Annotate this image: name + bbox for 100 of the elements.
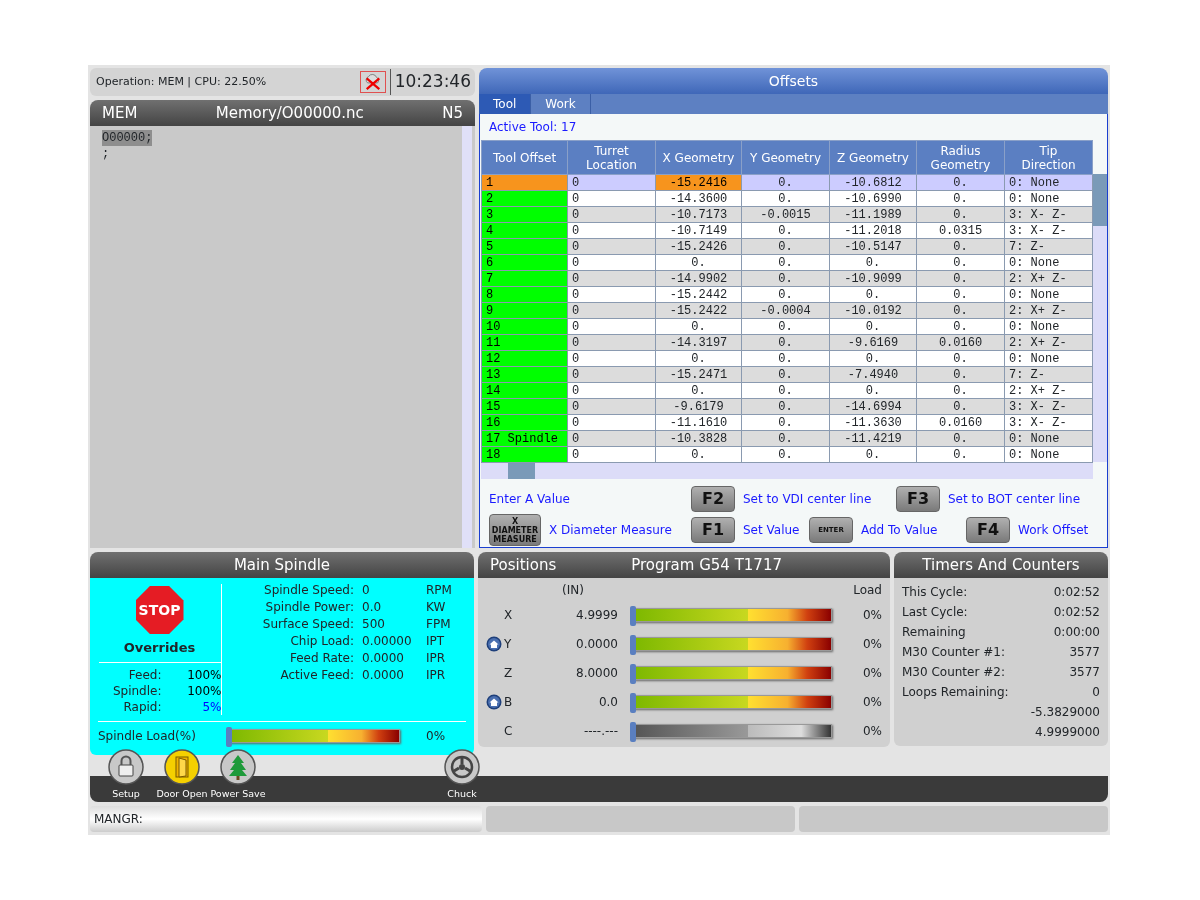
clock: 10:23:46 <box>389 69 471 95</box>
load-reading: 0% <box>426 728 446 745</box>
file-name: Memory/O00000.nc <box>215 102 364 124</box>
load-reading: 0% <box>862 664 882 682</box>
timer-label: This Cycle: <box>902 584 969 601</box>
reading-value: 0.0 <box>362 599 383 616</box>
reading-unit: FPM <box>426 616 452 633</box>
panel-title: Offsets <box>479 68 1108 94</box>
timer-value: -5.3829000 <box>1030 704 1100 721</box>
column-header: Turret Location <box>567 140 656 175</box>
key-button[interactable]: F2 <box>691 486 735 512</box>
reading-label: Chip Load: <box>289 633 354 650</box>
load-reading: 0% <box>862 606 882 624</box>
scrollbar[interactable] <box>1093 174 1107 462</box>
toolbar-button[interactable]: Chuck <box>434 748 490 802</box>
reading-label: Spindle Speed: <box>263 582 354 599</box>
column-header: Radius Geometry <box>916 140 1005 175</box>
key-button[interactable]: F3 <box>896 486 940 512</box>
scrollbar-thumb[interactable] <box>508 463 535 479</box>
key-button[interactable]: F1 <box>691 517 735 543</box>
key-button[interactable]: F4 <box>966 517 1010 543</box>
scrollbar[interactable] <box>481 463 1093 479</box>
column-header: Tip Direction <box>1004 140 1093 175</box>
reading-label: Active Feed: <box>279 667 354 684</box>
column-header: X Geometry <box>655 140 742 175</box>
timer-value: 0:00:00 <box>1052 624 1100 641</box>
timer-label: Loops Remaining: <box>902 684 1010 701</box>
reading-value: 0 <box>362 582 371 599</box>
timer-label: M30 Counter #2: <box>902 664 1006 681</box>
axis-label: C <box>504 722 513 740</box>
axis-value: 0.0 <box>598 693 618 711</box>
program-label: Program G54 T1717 <box>631 554 782 576</box>
axis-value: 0.0000 <box>576 635 618 653</box>
override-label: Feed: <box>127 666 162 683</box>
reading-value: 500 <box>362 616 386 633</box>
panel-title: Timers And Counters <box>922 554 1080 576</box>
timer-value: 4.9999000 <box>1034 724 1100 741</box>
reading-unit: IPR <box>426 667 447 684</box>
override-label: Rapid: <box>122 698 162 715</box>
axis-label: X <box>504 606 513 624</box>
override-value: 100% <box>186 682 222 699</box>
panel-title: Positions <box>490 554 557 576</box>
axis-value: 8.0000 <box>576 664 618 682</box>
key-label: Work Offset <box>1018 522 1089 539</box>
axis-label: B <box>504 693 513 711</box>
toolbar-button[interactable]: Door Open <box>154 748 210 802</box>
column-label: Load <box>853 582 882 599</box>
reading-value: 0.00000 <box>362 633 413 650</box>
overrides-title: Overrides <box>123 639 196 657</box>
command-field[interactable]: MANGR: <box>90 806 482 832</box>
axis-value: 4.9999 <box>576 606 618 624</box>
reading-value: 0.0000 <box>362 667 405 684</box>
load-reading: 0% <box>862 693 882 711</box>
override-label: Spindle: <box>111 682 162 699</box>
column-header: Y Geometry <box>741 140 830 175</box>
timer-value: 3577 <box>1068 644 1100 661</box>
load-label: Spindle Load(%) <box>98 728 197 745</box>
key-label: Set to BOT center line <box>948 491 1081 508</box>
key-button[interactable]: X DIAMETER MEASURE <box>489 514 541 546</box>
timer-label: M30 Counter #1: <box>902 644 1006 661</box>
column-header: Z Geometry <box>829 140 917 175</box>
timer-value: 3577 <box>1068 664 1100 681</box>
key-label: Set to VDI center line <box>743 491 872 508</box>
reading-value: 0.0000 <box>362 650 405 667</box>
timer-value: 0:02:52 <box>1052 584 1100 601</box>
timer-label: Last Cycle: <box>902 604 969 621</box>
stop-sign: STOP <box>135 586 184 634</box>
timer-value: 0 <box>1091 684 1100 701</box>
scrollbar[interactable] <box>462 126 472 548</box>
key-label: X Diameter Measure <box>549 522 672 539</box>
reading-unit: KW <box>426 599 447 616</box>
reading-label: Spindle Power: <box>264 599 354 616</box>
axis-label: Z <box>504 664 513 682</box>
prompt-text: Enter A Value <box>489 491 571 508</box>
override-value: 100% <box>186 666 222 683</box>
key-label: Add To Value <box>861 522 938 539</box>
reading-unit: IPT <box>426 633 446 650</box>
axis-label: Y <box>504 635 512 653</box>
units-label: (IN) <box>562 582 584 599</box>
column-header: Tool Offset <box>481 140 568 175</box>
operation-status: Operation: MEM | CPU: 22.50% <box>96 73 268 90</box>
tab[interactable]: Tool <box>479 94 532 114</box>
reading-label: Surface Speed: <box>261 616 354 633</box>
panel-title: Main Spindle <box>233 554 331 576</box>
reading-unit: IPR <box>426 650 447 667</box>
override-value: 5% <box>201 698 222 715</box>
axis-value: ----.--- <box>583 722 618 740</box>
reading-label: Feed Rate: <box>289 650 354 667</box>
active-tool-label: Active Tool: 17 <box>488 119 578 136</box>
line-number: N5 <box>442 102 463 124</box>
load-reading: 0% <box>862 722 882 740</box>
toolbar-button[interactable]: Power Save <box>210 748 266 802</box>
timer-value: 0:02:52 <box>1052 604 1100 621</box>
toolbar-button[interactable]: Setup <box>98 748 154 802</box>
load-reading: 0% <box>862 635 882 653</box>
timer-label: Remaining <box>902 624 967 641</box>
reading-unit: RPM <box>426 582 452 599</box>
scrollbar-thumb[interactable] <box>1093 174 1107 226</box>
mode-label: MEM <box>102 102 138 124</box>
key-label: Set Value <box>743 522 800 539</box>
